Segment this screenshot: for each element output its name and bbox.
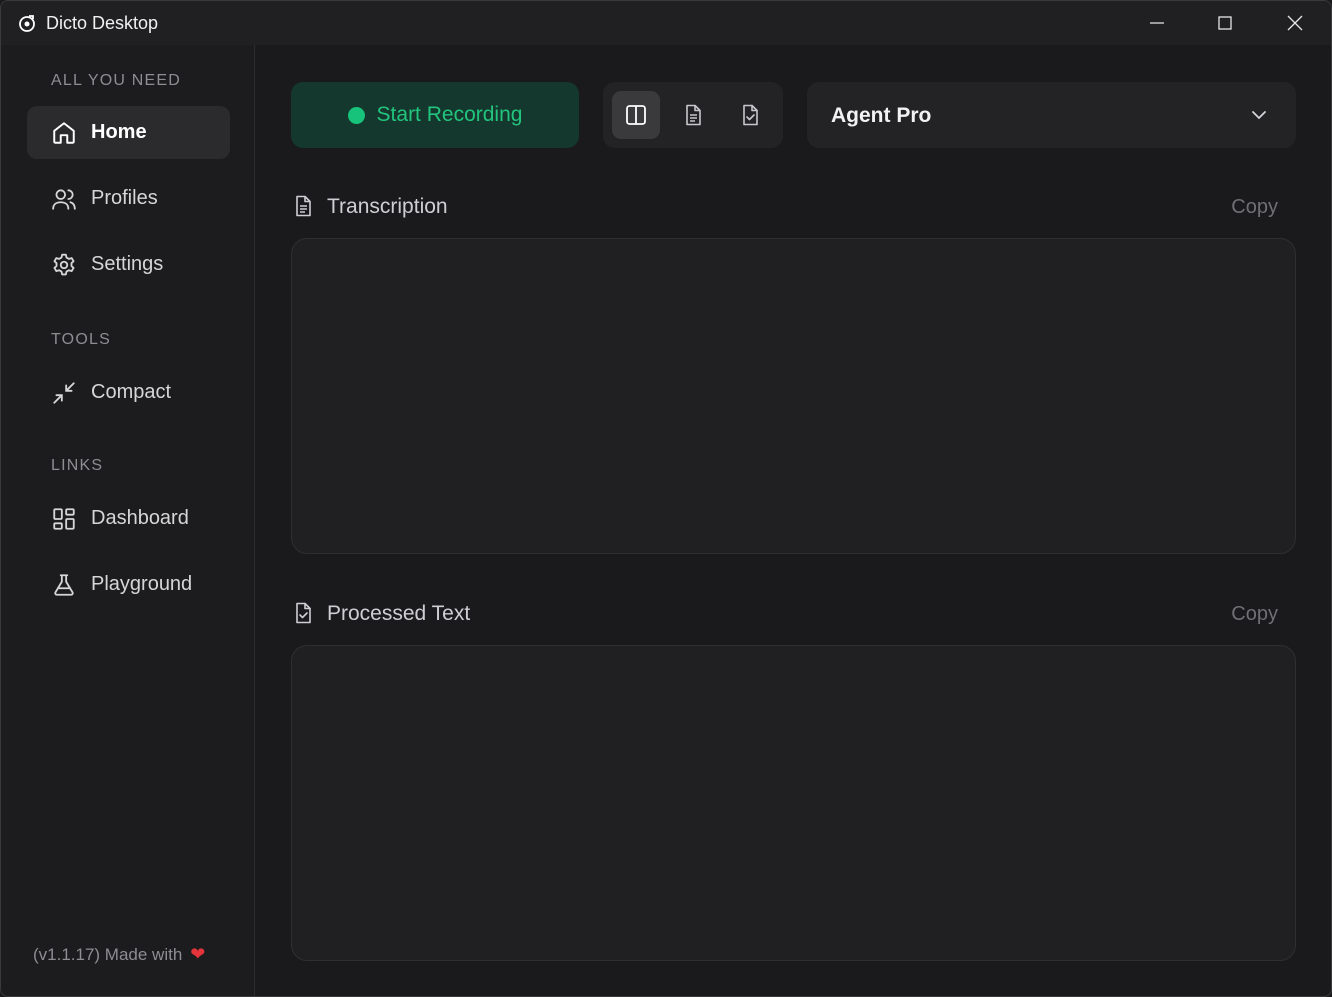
minimize-icon	[1150, 22, 1164, 24]
document-icon	[296, 195, 311, 217]
split-view-icon	[626, 105, 646, 125]
sidebar-item-home[interactable]: Home	[27, 106, 230, 159]
transcription-title: Transcription	[327, 195, 448, 218]
sidebar-item-label: Profiles	[91, 187, 158, 209]
view-split-button[interactable]	[612, 91, 660, 139]
gear-icon	[53, 253, 75, 275]
window-title: Dicto Desktop	[46, 13, 159, 33]
sidebar-item-label: Dashboard	[91, 507, 189, 529]
sidebar-item-profiles[interactable]: Profiles	[27, 172, 230, 225]
sidebar-item-label: Playground	[91, 573, 193, 595]
start-recording-label: Start Recording	[376, 103, 523, 126]
document-icon	[686, 104, 701, 126]
minimize-window-button[interactable]	[1123, 1, 1191, 45]
view-processed-button[interactable]	[726, 91, 774, 139]
close-icon	[1287, 15, 1303, 31]
view-transcription-button[interactable]	[669, 91, 717, 139]
maximize-window-button[interactable]	[1191, 1, 1259, 45]
sidebar-item-label: Compact	[91, 381, 172, 403]
copy-transcription-button[interactable]: Copy	[1231, 196, 1278, 219]
section-label-links: LINKS	[51, 457, 104, 474]
maximize-icon	[1218, 16, 1232, 30]
copy-processed-button[interactable]: Copy	[1231, 603, 1278, 626]
sidebar: ALL YOU NEED Home Profiles Settings TOOL…	[1, 45, 255, 996]
title-bar: Dicto Desktop	[1, 1, 1331, 45]
sidebar-item-compact[interactable]: Compact	[27, 366, 230, 419]
transcription-textarea[interactable]	[291, 238, 1296, 554]
section-label-tools: TOOLS	[51, 331, 111, 348]
section-label-all-you-need: ALL YOU NEED	[51, 72, 182, 89]
app-logo-icon	[19, 15, 35, 32]
version-footer: (v1.1.17) Made with ❤	[33, 944, 205, 965]
sidebar-item-settings[interactable]: Settings	[27, 238, 230, 291]
minimize-arrows-icon	[53, 381, 75, 404]
close-window-button[interactable]	[1261, 1, 1329, 45]
chevron-down-icon	[1252, 111, 1266, 120]
users-icon	[52, 188, 76, 210]
dashboard-icon	[53, 507, 75, 530]
processed-text-title: Processed Text	[327, 602, 471, 625]
sidebar-item-label: Home	[91, 121, 147, 143]
sidebar-item-dashboard[interactable]: Dashboard	[27, 492, 230, 545]
sidebar-item-label: Settings	[91, 253, 164, 275]
processed-text-textarea[interactable]	[291, 645, 1296, 961]
flask-icon	[54, 573, 74, 596]
processed-text-header: Processed Text Copy	[291, 599, 1296, 629]
record-dot-icon	[347, 106, 365, 124]
sidebar-item-playground[interactable]: Playground	[27, 558, 230, 611]
heart-icon: ❤	[190, 944, 206, 964]
profile-selected-value: Agent Pro	[831, 104, 932, 127]
view-mode-toggle	[603, 82, 783, 148]
app-window: Dicto Desktop ALL YOU NEED Home Profiles…	[0, 0, 1332, 997]
home-icon	[53, 121, 75, 144]
profile-dropdown[interactable]: Agent Pro	[807, 82, 1296, 148]
transcription-header: Transcription Copy	[291, 192, 1296, 222]
version-text: (v1.1.17) Made with	[33, 944, 183, 964]
document-check-icon	[296, 602, 311, 624]
start-recording-button[interactable]: Start Recording	[291, 82, 579, 148]
document-check-icon	[743, 104, 758, 126]
